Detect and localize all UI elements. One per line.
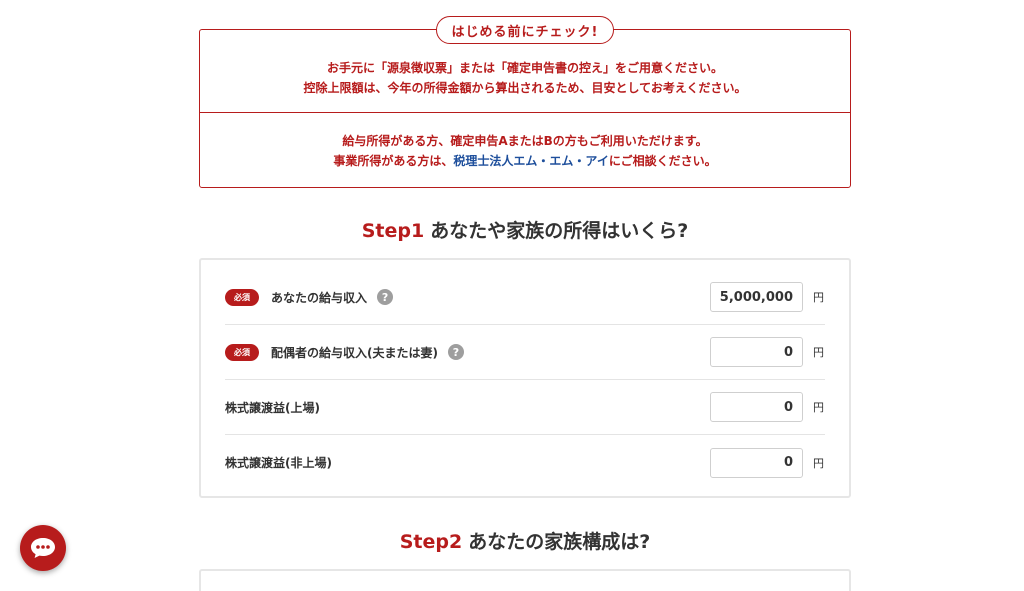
- yen-unit: 円: [813, 401, 824, 414]
- notice-business-suffix: にご相談ください。: [608, 153, 717, 168]
- yen-unit: 円: [813, 291, 824, 304]
- check-notice-box: お手元に「源泉徴収票」または「確定申告書の控え」をご用意ください。 控除上限額は…: [199, 29, 851, 188]
- chat-bubble-icon: [31, 538, 55, 558]
- notice-line-documents: お手元に「源泉徴収票」または「確定申告書の控え」をご用意ください。: [326, 61, 723, 75]
- step2-heading: Step2 あなたの家族構成は?: [199, 527, 851, 554]
- notice-section-eligibility: 給与所得がある方、確定申告AまたはBの方もご利用いただけます。 事業所得がある方…: [200, 113, 850, 188]
- yen-unit: 円: [813, 346, 824, 359]
- your-salary-label: あなたの給与収入: [271, 290, 368, 305]
- help-icon[interactable]: ?: [447, 344, 464, 360]
- row-your-salary: 必須 あなたの給与収入 ? 円: [225, 270, 825, 325]
- step1-title: あなたや家族の所得はいくら?: [430, 220, 689, 242]
- spouse-salary-input[interactable]: [710, 337, 803, 367]
- family-form-card: [199, 569, 851, 591]
- notice-business-prefix: 事業所得がある方は、: [333, 153, 454, 168]
- required-badge: 必須: [225, 288, 259, 306]
- listed-stock-gain-input[interactable]: [710, 392, 803, 422]
- listed-stock-gain-input-group: 円: [710, 392, 825, 422]
- spouse-salary-input-group: 円: [710, 337, 825, 367]
- check-tag-label: はじめる前にチェック!: [451, 24, 599, 40]
- notice-line-eligible: 給与所得がある方、確定申告AまたはBの方もご利用いただけます。: [342, 133, 708, 148]
- simulator-page: はじめる前にチェック! お手元に「源泉徴収票」または「確定申告書の控え」をご用意…: [0, 0, 1024, 591]
- step2-title: あなたの家族構成は?: [468, 531, 651, 553]
- unlisted-stock-gain-input[interactable]: [710, 447, 803, 478]
- step1-heading: Step1 あなたや家族の所得はいくら?: [199, 216, 851, 243]
- chat-button[interactable]: [20, 525, 66, 571]
- step2-label: Step2: [399, 531, 463, 553]
- yen-unit: 円: [813, 456, 824, 470]
- required-badge: 必須: [225, 343, 259, 361]
- your-salary-input-group: 円: [710, 282, 825, 312]
- income-form-card: 必須 あなたの給与収入 ? 円 必須 配偶者の給与収入(夫または妻) ? 円 株…: [199, 258, 851, 498]
- tax-firm-link[interactable]: 税理士法人エム・エム・アイ: [453, 154, 608, 168]
- notice-line-business-income: 事業所得がある方は、税理士法人エム・エム・アイにご相談ください。: [333, 151, 716, 171]
- help-icon[interactable]: ?: [377, 289, 394, 305]
- listed-stock-gain-label: 株式譲渡益(上場): [225, 400, 320, 415]
- spouse-salary-label: 配偶者の給与収入(夫または妻): [271, 345, 438, 360]
- unlisted-stock-gain-label: 株式譲渡益(非上場): [225, 456, 332, 470]
- unlisted-stock-gain-input-group: 円: [710, 447, 825, 478]
- your-salary-input[interactable]: [710, 282, 803, 312]
- check-before-start-tag: はじめる前にチェック!: [436, 16, 614, 44]
- notice-line-estimate: 控除上限額は、今年の所得金額から算出されるため、目安としてお考えください。: [303, 81, 747, 95]
- row-spouse-salary: 必須 配偶者の給与収入(夫または妻) ? 円: [225, 325, 825, 380]
- row-unlisted-stock-gain: 株式譲渡益(非上場) 円: [225, 435, 825, 490]
- row-listed-stock-gain: 株式譲渡益(上場) 円: [225, 380, 825, 435]
- step1-label: Step1: [361, 220, 425, 242]
